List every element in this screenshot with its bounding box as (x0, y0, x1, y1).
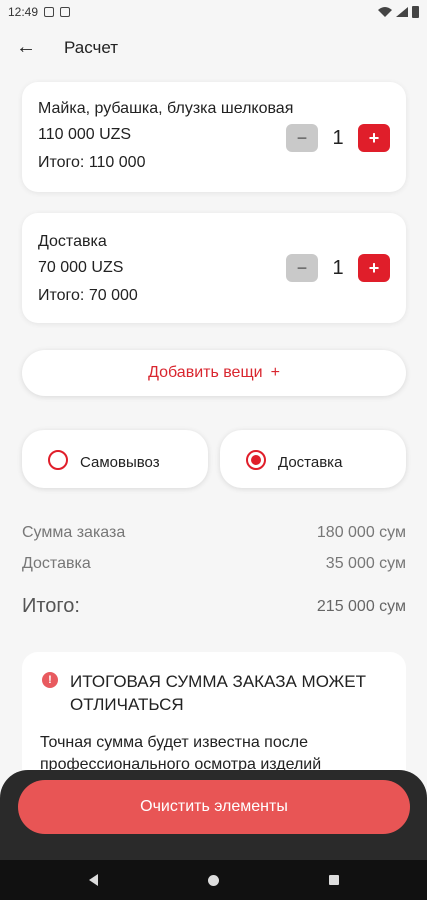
wifi-icon (378, 7, 392, 17)
plus-icon: + (270, 364, 280, 381)
order-sum-value: 180 000 сум (316, 524, 406, 541)
item-price: 70 000 UZS (38, 259, 124, 276)
nav-recents-icon[interactable] (328, 875, 339, 885)
radio-selected-icon[interactable] (246, 450, 266, 470)
delivery-label: Доставка (278, 454, 343, 471)
total-label: Итого: (22, 595, 80, 617)
page-title: Расчет (64, 38, 119, 57)
nav-back-icon[interactable] (88, 874, 98, 886)
minus-icon: − (296, 127, 308, 148)
plus-icon: + (368, 127, 380, 148)
increase-button[interactable]: + (358, 254, 390, 282)
nav-home-icon[interactable] (207, 874, 219, 886)
status-time: 12:49 (8, 5, 39, 19)
add-items-button[interactable]: Добавить вещи + (22, 350, 406, 396)
battery-icon (412, 6, 419, 18)
warning-title: ИТОГОВАЯ СУММА ЗАКАЗА МОЖЕТ ОТЛИЧАТЬСЯ (70, 672, 366, 714)
order-sum-label: Сумма заказа (22, 524, 126, 541)
system-nav-bar (0, 860, 427, 900)
clear-items-button[interactable]: Очистить элементы (18, 780, 410, 834)
total-row: Итого: 215 000 сум (22, 595, 406, 618)
delivery-sum-value: 35 000 сум (325, 555, 406, 572)
delivery-option[interactable]: Доставка (220, 430, 406, 488)
decrease-button[interactable]: − (286, 124, 318, 152)
quantity-value: 1 (332, 126, 344, 149)
order-sum-row: Сумма заказа 180 000 сум (22, 524, 406, 542)
item-name: Доставка (38, 233, 107, 250)
item-price: 110 000 UZS (38, 126, 132, 143)
delivery-sum-row: Доставка 35 000 сум (22, 555, 406, 573)
sim-icon (60, 7, 71, 17)
signal-icon (396, 7, 408, 17)
quantity-value: 1 (332, 256, 344, 279)
quantity-stepper: − 1 + (286, 124, 390, 152)
total-value: 215 000 сум (316, 597, 406, 615)
item-name: Майка, рубашка, блузка шелковая (38, 100, 294, 117)
add-items-label: Добавить вещи (148, 364, 263, 381)
back-arrow-icon[interactable]: ← (14, 36, 38, 60)
plus-icon: + (368, 257, 380, 278)
item-total: Итого: 110 000 (38, 154, 146, 171)
alert-icon: ! (42, 672, 58, 688)
status-bar: 12:49 (0, 0, 427, 24)
item-total: Итого: 70 000 (38, 287, 138, 304)
pickup-option[interactable]: Самовывоз (22, 430, 208, 488)
app-header: ← Расчет (0, 28, 427, 68)
radio-unselected-icon[interactable] (48, 450, 68, 470)
cart-item-card: Майка, рубашка, блузка шелковая 110 000 … (22, 82, 406, 192)
notification-icon (44, 7, 55, 17)
delivery-sum-label: Доставка (22, 555, 91, 572)
cart-item-card: Доставка 70 000 UZS Итого: 70 000 − 1 + (22, 213, 406, 323)
pickup-label: Самовывоз (80, 454, 160, 471)
decrease-button[interactable]: − (286, 254, 318, 282)
quantity-stepper: − 1 + (286, 254, 390, 282)
increase-button[interactable]: + (358, 124, 390, 152)
minus-icon: − (296, 257, 308, 278)
